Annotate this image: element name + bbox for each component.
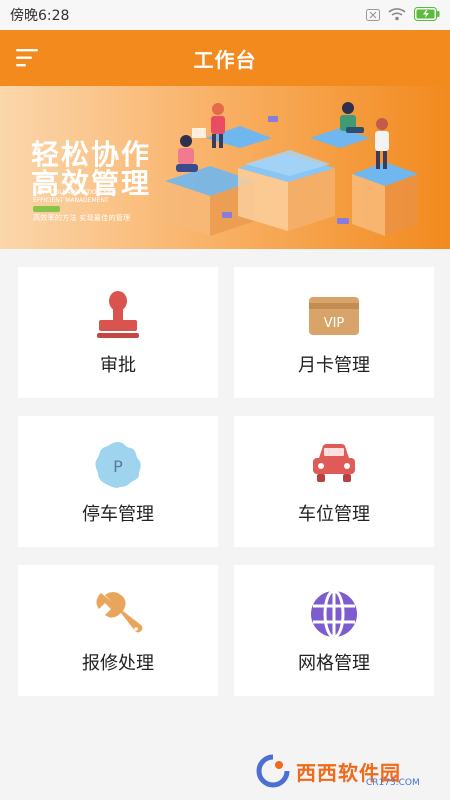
svg-text:P: P <box>113 457 123 476</box>
menu-card-parking[interactable]: P 停车管理 <box>18 416 218 547</box>
watermark: 西西软件园 CR173.COM <box>256 752 432 790</box>
menu-card-approval[interactable]: 审批 <box>18 267 218 398</box>
banner-subtitle-en: EASY COLLABORATION AND EFFICIENT MANAGEM… <box>33 189 117 204</box>
parking-icon: P <box>91 438 145 492</box>
card-label: 报修处理 <box>82 653 154 674</box>
status-bar: 傍晚6:28 <box>0 0 450 30</box>
wrench-icon <box>91 587 145 641</box>
car-icon <box>307 438 361 492</box>
card-label: 停车管理 <box>82 504 154 525</box>
app-header: 工作台 <box>0 30 450 86</box>
stamp-icon <box>91 289 145 343</box>
banner-badge <box>33 206 60 212</box>
menu-icon[interactable] <box>16 46 42 70</box>
menu-card-monthly-card[interactable]: VIP 月卡管理 <box>234 267 434 398</box>
watermark-logo-icon <box>256 754 290 788</box>
page-title: 工作台 <box>193 47 257 72</box>
battery-icon <box>414 6 440 25</box>
status-icons <box>366 6 440 25</box>
svg-text:VIP: VIP <box>324 316 345 331</box>
card-label: 审批 <box>100 355 136 376</box>
card-label: 车位管理 <box>298 504 370 525</box>
card-label: 月卡管理 <box>298 355 370 376</box>
banner: 高效率的方法 实现最佳的管理 轻松协作 高效管理 EASY COLLABORAT… <box>0 86 450 249</box>
menu-card-grid[interactable]: 网格管理 <box>234 565 434 696</box>
close-notification-icon <box>366 6 380 25</box>
status-time: 傍晚6:28 <box>10 8 70 24</box>
grid-globe-icon <box>307 587 361 641</box>
wifi-icon <box>388 6 406 25</box>
menu-card-repair[interactable]: 报修处理 <box>18 565 218 696</box>
card-label: 网格管理 <box>298 653 370 674</box>
banner-tagline: 高效率的方法 实现最佳的管理 <box>33 214 131 222</box>
watermark-site: CR173.COM <box>366 778 420 788</box>
menu-card-parking-space[interactable]: 车位管理 <box>234 416 434 547</box>
vip-card-icon: VIP <box>307 289 361 343</box>
